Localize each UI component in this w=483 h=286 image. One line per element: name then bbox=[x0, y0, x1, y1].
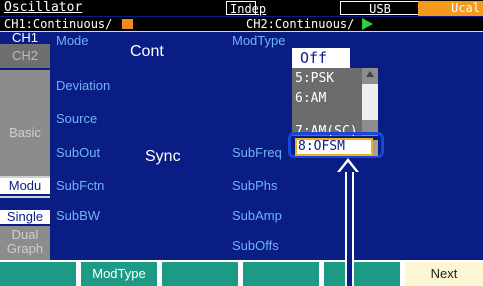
ch1-output-indicator bbox=[122, 19, 133, 29]
selected-option-label: 8:OFSM bbox=[298, 139, 345, 154]
mode-label[interactable]: Mode bbox=[56, 33, 89, 49]
subout-value[interactable]: Sync bbox=[145, 148, 181, 166]
modtype-current-value[interactable]: Off bbox=[292, 48, 350, 68]
modtype-label[interactable]: ModType bbox=[232, 33, 285, 49]
tab-dual-label: Dual bbox=[11, 227, 39, 242]
status-divider bbox=[0, 31, 483, 32]
suboffs-label[interactable]: SubOffs bbox=[232, 238, 279, 254]
interface-indicator: USB bbox=[340, 1, 420, 16]
mode-indicator: Indep bbox=[226, 1, 266, 16]
softkey-next[interactable]: Next bbox=[405, 262, 483, 286]
dropdown-scroll-thumb[interactable] bbox=[362, 84, 378, 120]
tab-single[interactable]: Single bbox=[0, 210, 50, 224]
subphs-label[interactable]: SubPhs bbox=[232, 178, 278, 194]
softkey-3[interactable] bbox=[162, 262, 238, 286]
subfreq-label[interactable]: SubFreq bbox=[232, 145, 282, 161]
tab-dual-graph[interactable]: Dual Graph bbox=[0, 226, 50, 260]
ch2-play-icon bbox=[362, 18, 373, 30]
cal-status-badge: Ucal bbox=[418, 1, 483, 16]
mode-value[interactable]: Cont bbox=[130, 43, 164, 61]
screen-title: Oscillator bbox=[4, 0, 83, 15]
ch2-status: CH2:Continuous/ bbox=[246, 17, 355, 31]
callout-arrow bbox=[345, 170, 354, 286]
tab-basic[interactable]: Basic bbox=[0, 70, 50, 176]
subfctn-label[interactable]: SubFctn bbox=[56, 178, 104, 194]
oscillator-screen: Oscillator Indep USB Ucal CH1:Continuous… bbox=[0, 0, 483, 260]
subbw-label[interactable]: SubBW bbox=[56, 208, 100, 224]
scroll-up-arrow-icon[interactable] bbox=[366, 71, 374, 77]
tab-graph-label: Graph bbox=[6, 241, 44, 256]
tab-modu[interactable]: Modu bbox=[0, 178, 50, 194]
subout-label[interactable]: SubOut bbox=[56, 145, 100, 161]
softkey-5[interactable] bbox=[324, 262, 400, 286]
tab-divider bbox=[0, 196, 50, 198]
callout-arrow-head-fill bbox=[340, 162, 356, 172]
source-label[interactable]: Source bbox=[56, 111, 97, 127]
softkey-1[interactable] bbox=[0, 262, 76, 286]
softkey-4[interactable] bbox=[243, 262, 319, 286]
tab-ch2[interactable]: CH2 bbox=[0, 44, 50, 68]
ch1-status: CH1:Continuous/ bbox=[4, 17, 113, 31]
subamp-label[interactable]: SubAmp bbox=[232, 208, 282, 224]
deviation-label[interactable]: Deviation bbox=[56, 78, 110, 94]
selected-option-shadow bbox=[373, 140, 378, 156]
tab-basic-label: Basic bbox=[9, 125, 41, 140]
dropdown-option[interactable]: 5:PSK bbox=[295, 70, 334, 88]
title-bar: Oscillator Indep USB Ucal bbox=[0, 0, 483, 16]
dropdown-option[interactable]: 6:AM bbox=[295, 90, 326, 108]
tab-ch1[interactable]: CH1 bbox=[0, 31, 50, 44]
softkey-modtype[interactable]: ModType bbox=[81, 262, 157, 286]
channel-status-row: CH1:Continuous/ CH2:Continuous/ bbox=[0, 17, 483, 31]
